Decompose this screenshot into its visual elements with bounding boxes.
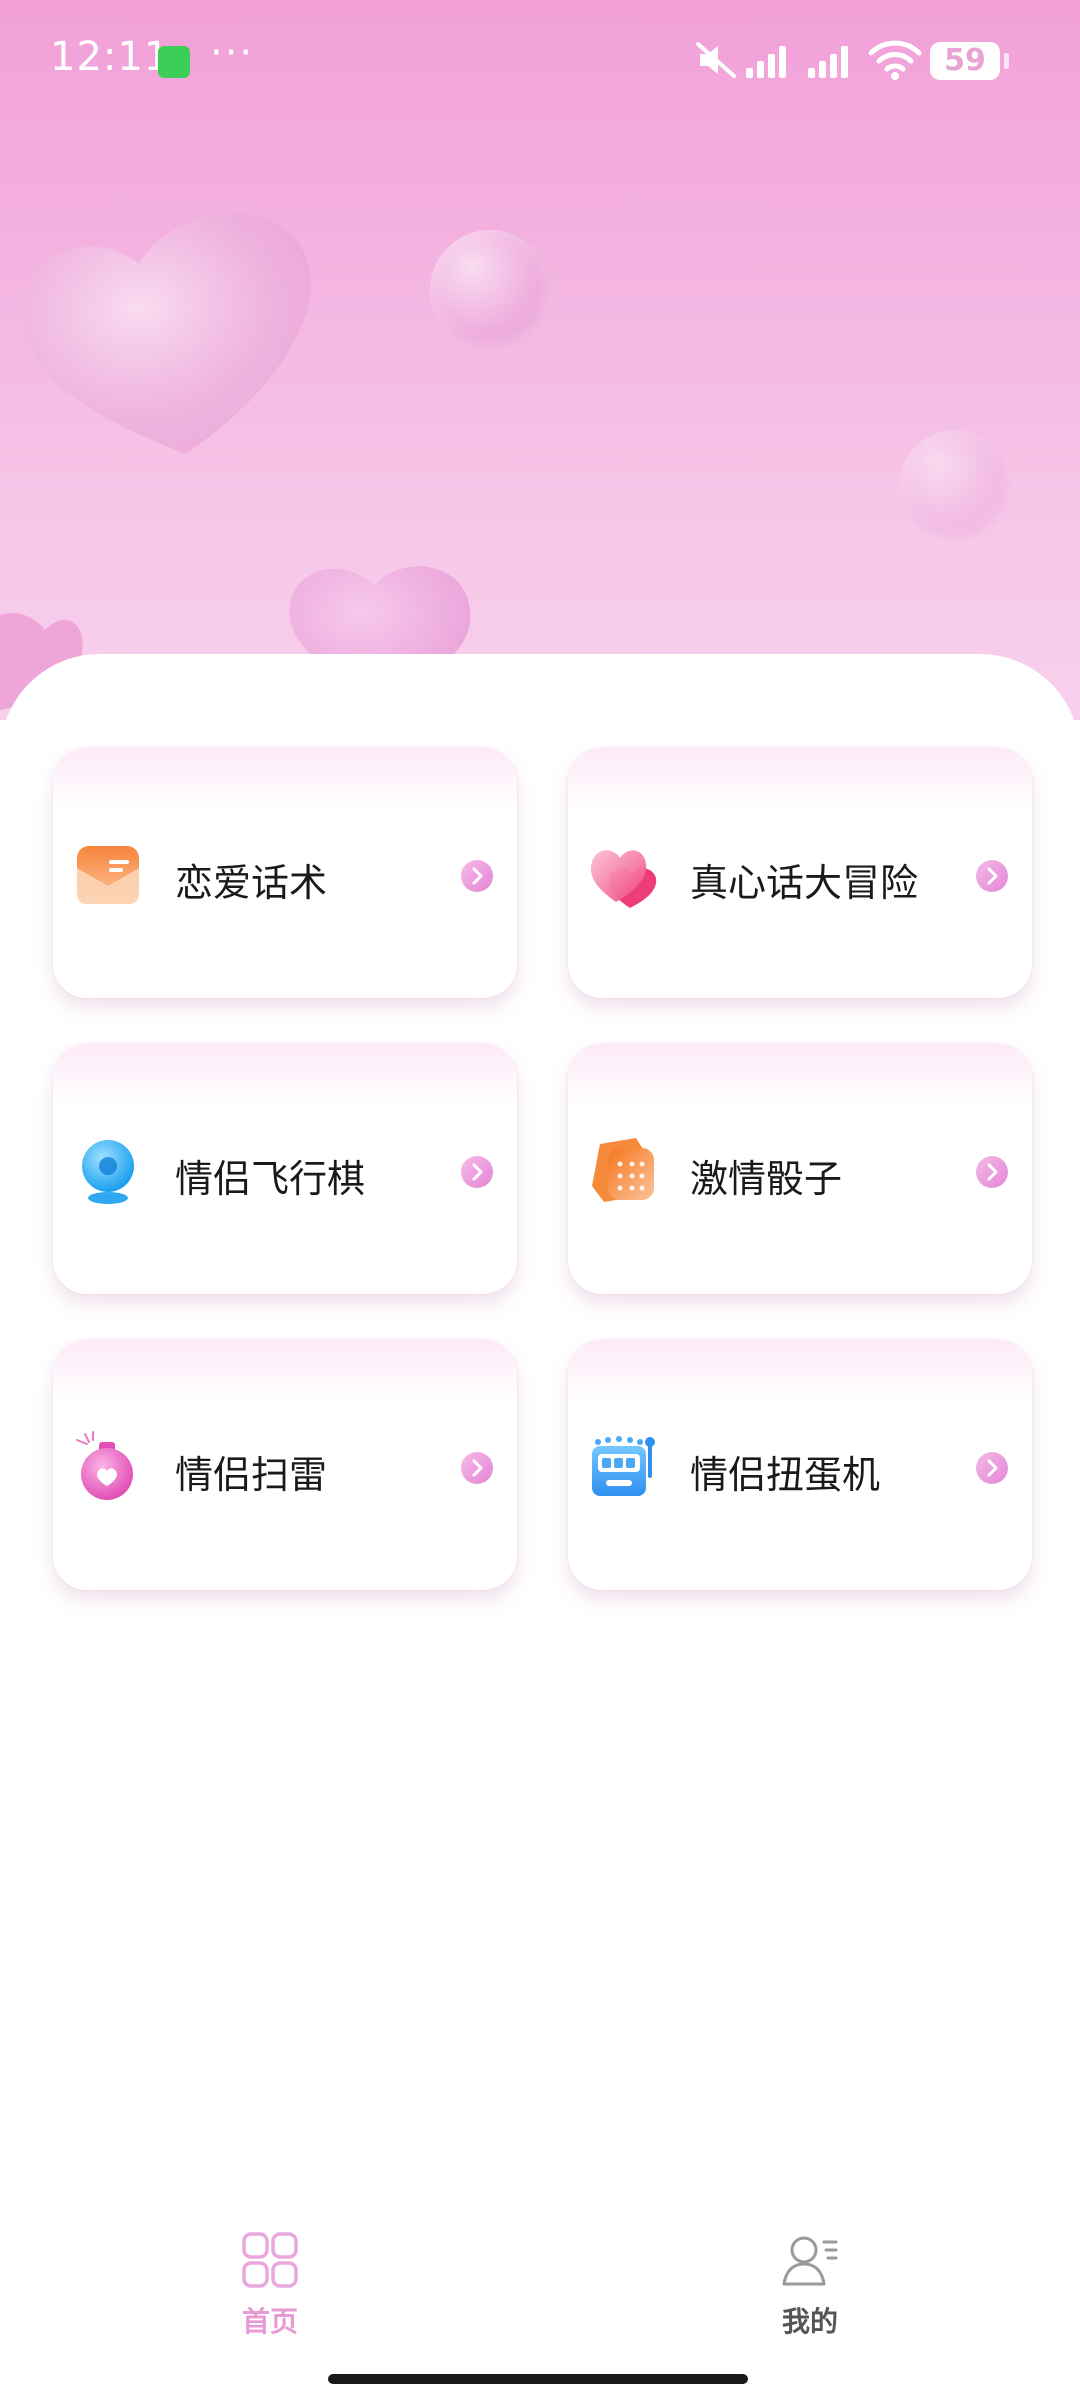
card-label: 情侣扫雷 [175,1453,328,1497]
envelope-icon [77,846,139,904]
signal-icon [746,46,786,78]
chevron-right-icon [976,1452,1008,1484]
battery-level: 59 [944,43,986,78]
more-notifications-icon: ··· [210,30,255,76]
slot-machine-icon [592,1436,655,1496]
card-label: 激情骰子 [690,1157,843,1201]
battery-icon: 59 [930,42,1000,80]
chevron-right-icon [461,860,493,892]
wifi-icon [868,40,922,80]
bomb-icon [76,1431,133,1500]
signal-icon [808,46,848,78]
card-couple-minesweeper[interactable]: 情侣扫雷 [53,1340,517,1590]
card-header-gradient [53,1340,517,1400]
card-truth-or-dare[interactable]: 真心话大冒险 [568,748,1032,998]
notification-app-icon [158,46,190,78]
card-header-gradient [568,748,1032,808]
tab-home-label: 首页 [241,2305,298,2338]
tab-mine[interactable]: 我的 [710,2230,910,2360]
card-header-gradient [53,748,517,808]
bubble-decoration [430,230,550,350]
heart-decoration [24,213,311,454]
card-passion-dice[interactable]: 激情骰子 [568,1044,1032,1294]
card-love-talk[interactable]: 恋爱话术 [53,748,517,998]
mute-icon [696,42,736,78]
battery-tip [1004,53,1009,69]
card-header-gradient [568,1340,1032,1400]
grid-icon [242,2232,298,2288]
card-header-gradient [53,1044,517,1104]
tab-home[interactable]: 首页 [170,2230,370,2360]
card-label: 真心话大冒险 [690,861,919,905]
dice-icon [592,1138,654,1202]
user-profile-icon [782,2236,838,2286]
chevron-right-icon [461,1452,493,1484]
tab-mine-label: 我的 [781,2305,838,2338]
card-couple-gacha-machine[interactable]: 情侣扭蛋机 [568,1340,1032,1590]
bubble-decoration [900,430,1010,540]
card-header-gradient [568,1044,1032,1104]
status-time: 12:11 [50,34,171,80]
status-bar: 12:11 ··· 59 [0,0,1080,120]
card-label: 情侣扭蛋机 [690,1453,881,1497]
heart-icon [591,850,657,908]
home-indicator[interactable] [328,2374,748,2384]
chevron-right-icon [461,1156,493,1188]
card-couple-flight-chess[interactable]: 情侣飞行棋 [53,1044,517,1294]
chess-piece-icon [82,1140,134,1204]
card-label: 情侣飞行棋 [175,1157,366,1201]
chevron-right-icon [976,1156,1008,1188]
card-label: 恋爱话术 [175,861,328,905]
chevron-right-icon [976,860,1008,892]
bottom-tab-bar: 首页 我的 [0,2200,1080,2400]
